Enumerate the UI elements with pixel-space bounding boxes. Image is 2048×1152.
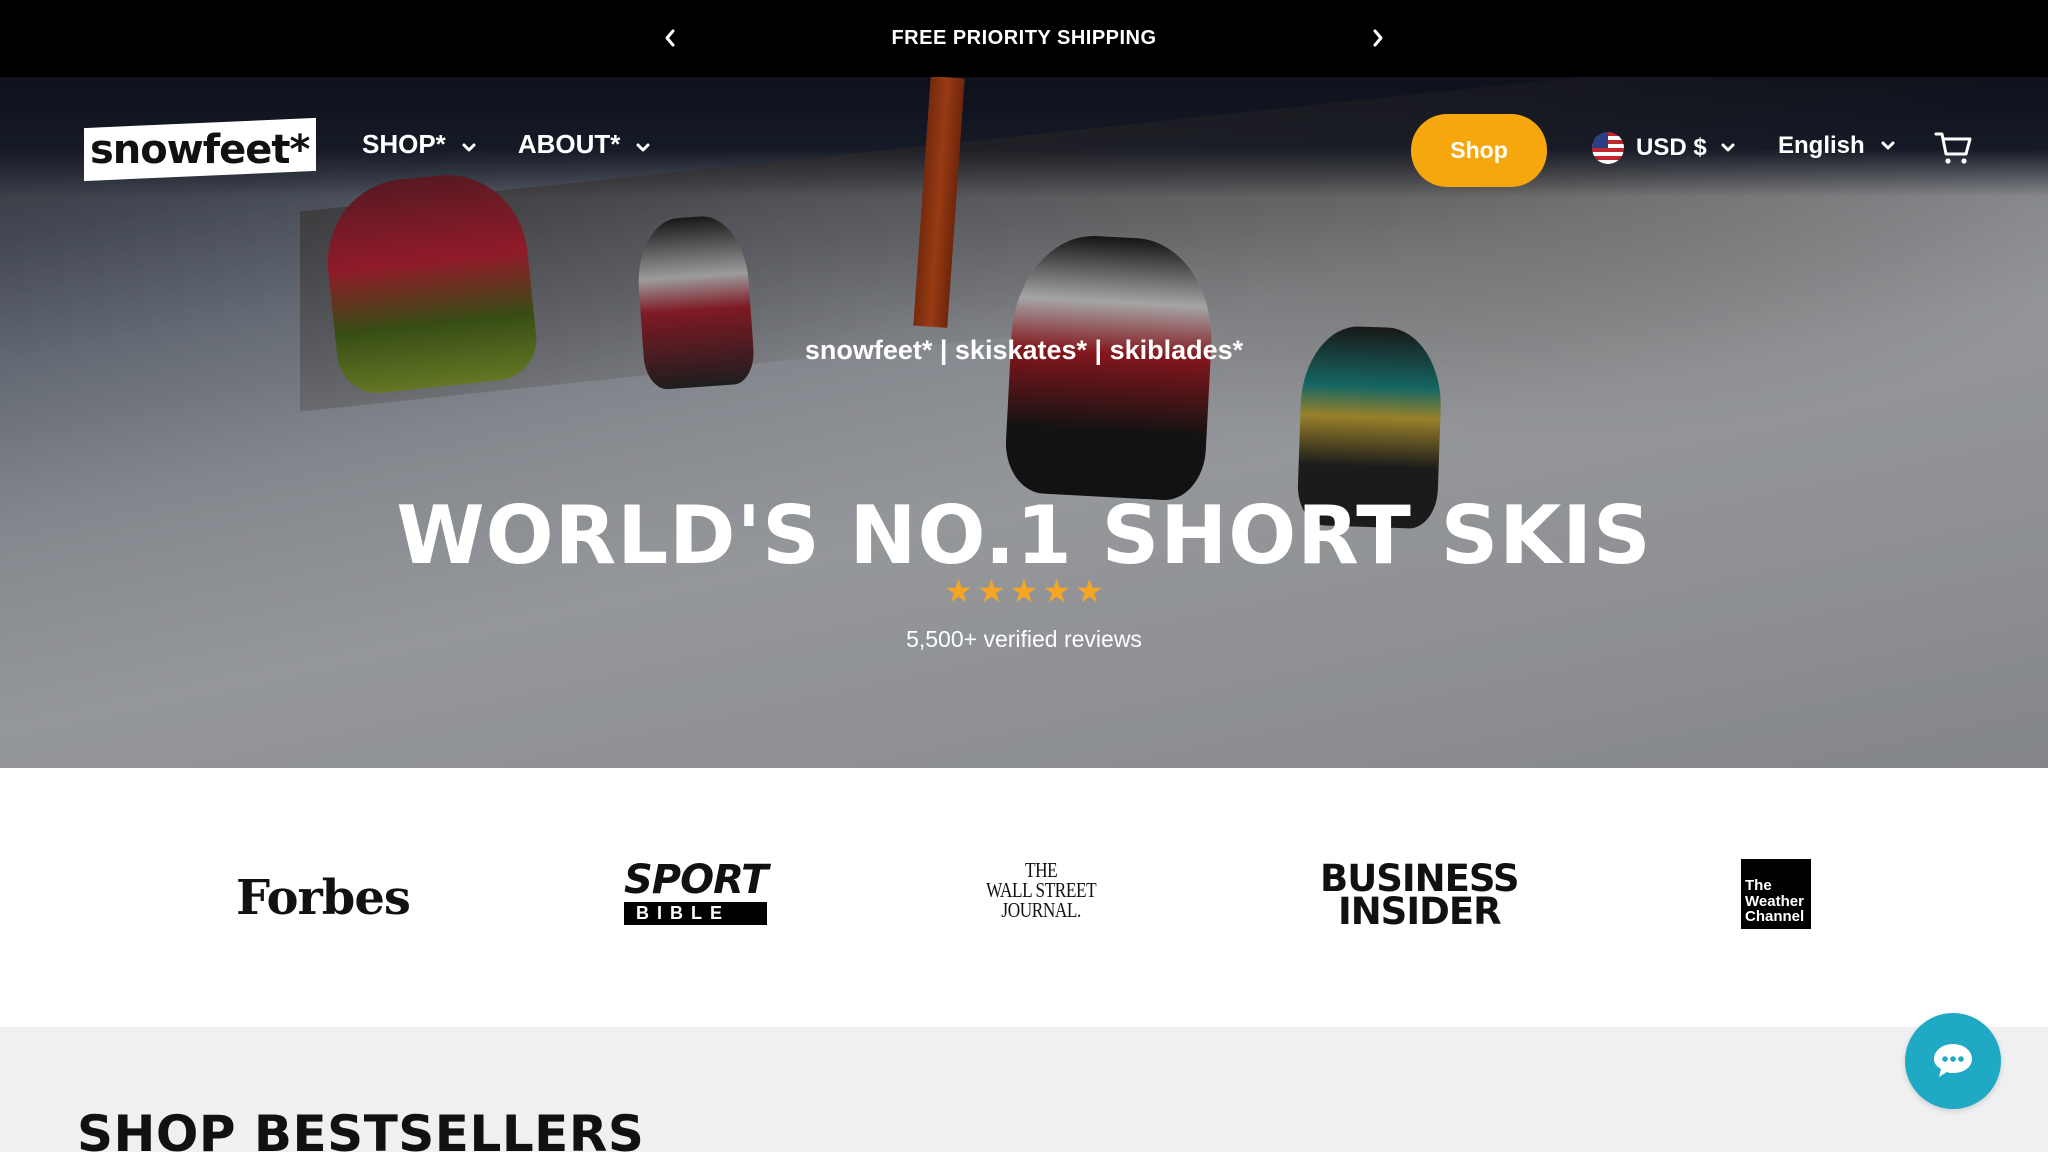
- sportbible-logo-bottom: BIBLE: [624, 902, 768, 925]
- chevron-down-icon: [636, 143, 650, 151]
- currency-selector[interactable]: USD $: [1592, 132, 1737, 164]
- reviews-count[interactable]: 5,500+ verified reviews: [0, 626, 2048, 653]
- star-icon: ★: [976, 573, 1006, 609]
- wsj-logo-line-3: JOURNAL.: [1001, 897, 1081, 922]
- us-flag-icon: [1592, 132, 1624, 164]
- cart-icon[interactable]: [1934, 130, 1972, 166]
- nav-item-about[interactable]: ABOUT*: [518, 129, 653, 160]
- brand-logo-text: snowfeet*: [90, 126, 310, 173]
- star-icon: ★: [1042, 573, 1072, 609]
- nav-item-label: SHOP*: [362, 129, 446, 159]
- wsj-logo: THE WALL STREET JOURNAL.: [974, 860, 1108, 922]
- hero-tagline: snowfeet* | skiskates* | skiblades*: [804, 335, 1244, 365]
- section-title: SHOP BESTSELLERS: [77, 1105, 645, 1152]
- sportbible-logo-top: SPORT: [624, 857, 768, 903]
- chat-bubble-icon: [1934, 1044, 1972, 1077]
- chevron-right-icon[interactable]: [1362, 22, 1394, 54]
- bestsellers-section: SHOP BESTSELLERS: [0, 1027, 2048, 1152]
- nav-item-shop[interactable]: SHOP*: [362, 129, 478, 160]
- main-nav: SHOP* ABOUT*: [362, 129, 652, 160]
- site-header: snowfeet* SHOP* ABOUT* Shop USD $ Englis…: [0, 77, 2048, 225]
- language-selector[interactable]: English: [1778, 132, 1897, 160]
- star-icon: ★: [1075, 573, 1104, 609]
- business-insider-logo: BUSINESS INSIDER: [1320, 860, 1520, 934]
- chevron-left-icon[interactable]: [654, 22, 686, 54]
- announcement-bar: FREE PRIORITY SHIPPING: [0, 0, 2048, 77]
- currency-label: USD $: [1636, 134, 1707, 161]
- forbes-logo: Forbes: [236, 870, 411, 926]
- hero-headline: WORLD'S NO.1 SHORT SKIS: [396, 489, 1652, 582]
- rating-stars: ★ ★ ★ ★ ★: [0, 575, 2048, 607]
- announcement-text: FREE PRIORITY SHIPPING: [891, 27, 1157, 49]
- weather-channel-logo-line-3: Channel: [1745, 908, 1805, 926]
- chat-button[interactable]: [1905, 1013, 2001, 1109]
- brand-logo[interactable]: snowfeet*: [84, 117, 316, 182]
- chevron-down-icon: [1721, 143, 1735, 152]
- business-insider-logo-line-2: INSIDER: [1337, 890, 1502, 934]
- weather-channel-logo-line-2: Weather: [1745, 892, 1804, 910]
- shop-button[interactable]: Shop: [1411, 114, 1547, 187]
- weather-channel-logo-line-1: The: [1745, 876, 1772, 894]
- sportbible-logo: SPORT BIBLE: [624, 857, 768, 925]
- chevron-down-icon: [462, 143, 476, 151]
- language-label: English: [1778, 132, 1865, 159]
- star-icon: ★: [1009, 573, 1039, 609]
- weather-channel-logo: The Weather Channel: [1741, 859, 1811, 929]
- star-icon: ★: [944, 573, 973, 609]
- nav-item-label: ABOUT*: [517, 129, 621, 159]
- chevron-down-icon: [1881, 141, 1895, 150]
